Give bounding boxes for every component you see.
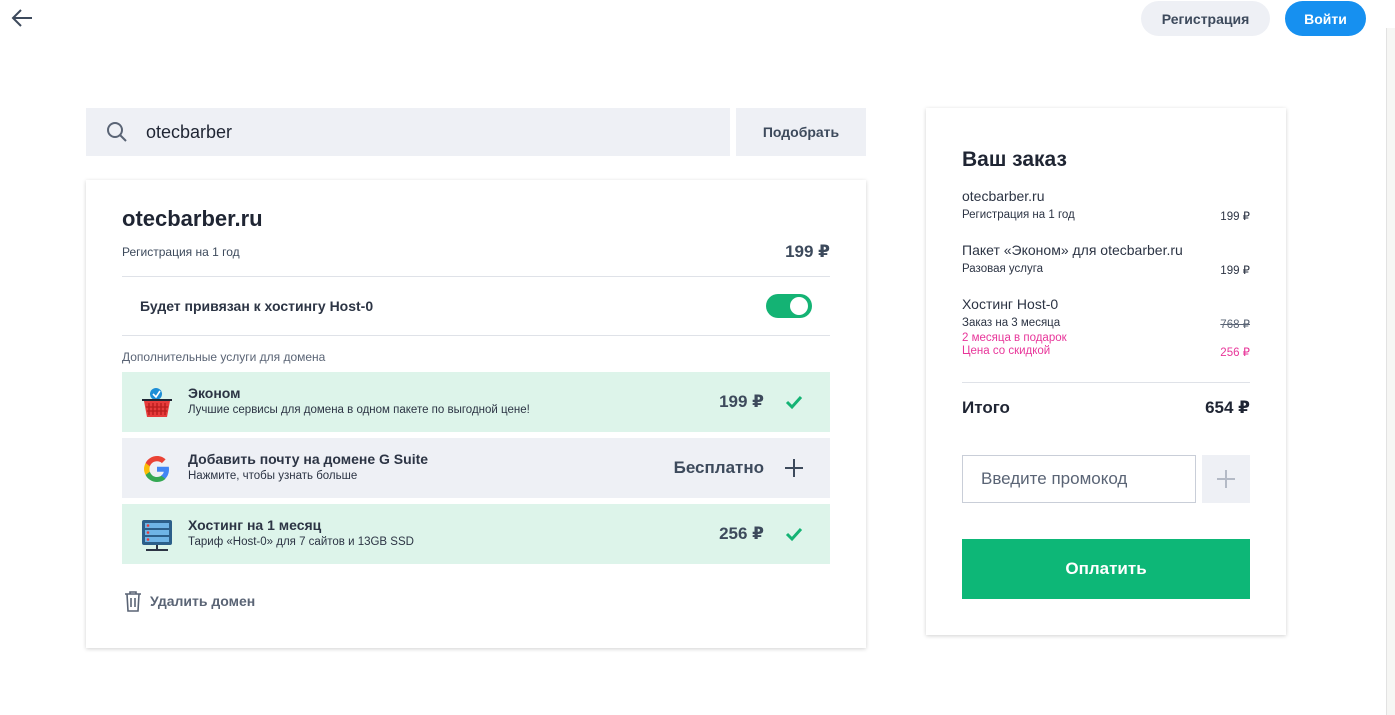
register-button[interactable]: Регистрация [1141, 1, 1270, 36]
delete-domain-label: Удалить домен [150, 593, 256, 609]
service-desc: Лучшие сервисы для домена в одном пакете… [188, 404, 530, 416]
service-econom[interactable]: Эконом Лучшие сервисы для домена в одном… [122, 372, 830, 432]
order-title: Ваш заказ [962, 148, 1067, 171]
plus-icon[interactable] [784, 458, 804, 478]
checkmark-icon[interactable] [784, 392, 804, 412]
extras-title: Дополнительные услуги для домена [122, 350, 326, 364]
hosting-bind-label: Будет привязан к хостингу Host-0 [140, 298, 374, 314]
service-desc: Тариф «Host-0» для 7 сайтов и 13GB SSD [188, 536, 414, 548]
registration-price: 199 ₽ [785, 242, 830, 261]
plus-icon [1217, 470, 1235, 488]
order-item-sub: Регистрация на 1 год [962, 209, 1075, 221]
service-price: 256 ₽ [719, 524, 764, 543]
order-item-title: Пакет «Эконом» для otecbarber.ru [962, 242, 1183, 258]
order-item-sub: Заказ на 3 месяца [962, 317, 1061, 329]
order-summary: Ваш заказ otecbarber.ru Регистрация на 1… [926, 108, 1286, 635]
search-icon [107, 122, 127, 142]
order-item-discount-price: 256 ₽ [1220, 347, 1250, 359]
toggle-knob [790, 297, 808, 315]
server-icon [142, 520, 172, 551]
service-price: Бесплатно [673, 458, 764, 477]
order-item-price: 199 ₽ [1220, 265, 1250, 277]
service-price: 199 ₽ [719, 392, 764, 411]
order-item-title: otecbarber.ru [962, 188, 1045, 204]
total-label: Итого [962, 398, 1010, 417]
order-total: Итого 654 ₽ [962, 398, 1250, 418]
service-name: Эконом [188, 385, 241, 401]
order-item: Пакет «Эконом» для otecbarber.ru Разовая… [962, 242, 1250, 277]
hosting-bind-toggle[interactable] [766, 294, 812, 318]
total-value: 654 ₽ [1205, 398, 1250, 417]
search-input[interactable] [146, 121, 686, 143]
trash-icon [125, 591, 141, 612]
pay-button[interactable]: Оплатить [962, 539, 1250, 599]
service-desc: Нажмите, чтобы узнать больше [188, 470, 358, 482]
domain-card: otecbarber.ru Регистрация на 1 год 199 ₽… [86, 180, 866, 648]
order-item-gift: 2 месяца в подарок [962, 332, 1067, 344]
order-item-discount-label: Цена со скидкой [962, 345, 1051, 357]
login-button[interactable]: Войти [1285, 1, 1366, 36]
order-item: Хостинг Host-0 Заказ на 3 месяца 768 ₽ 2… [962, 296, 1250, 359]
order-item-old-price: 768 ₽ [1220, 319, 1250, 331]
delete-domain-button[interactable]: Удалить домен [124, 590, 255, 612]
order-item-title: Хостинг Host-0 [962, 296, 1059, 312]
divider [962, 382, 1250, 383]
domain-search-bar [86, 108, 730, 156]
divider [122, 276, 830, 277]
checkmark-icon[interactable] [784, 524, 804, 544]
registration-label: Регистрация на 1 год [122, 245, 240, 259]
basket-icon [142, 388, 172, 417]
service-hosting[interactable]: Хостинг на 1 месяц Тариф «Host-0» для 7 … [122, 504, 830, 564]
promo-apply-button[interactable] [1202, 455, 1250, 503]
service-name: Добавить почту на домене G Suite [188, 451, 429, 467]
window-edge [1386, 28, 1395, 715]
domain-title: otecbarber.ru [122, 206, 263, 231]
divider [122, 335, 830, 336]
google-icon [144, 456, 169, 482]
service-gsuite[interactable]: Добавить почту на домене G Suite Нажмите… [122, 438, 830, 498]
order-item-sub: Разовая услуга [962, 263, 1044, 275]
pick-button[interactable]: Подобрать [736, 108, 866, 156]
order-item: otecbarber.ru Регистрация на 1 год 199 ₽ [962, 188, 1250, 223]
order-item-price: 199 ₽ [1220, 211, 1250, 223]
promo-code-input[interactable] [962, 455, 1196, 503]
service-name: Хостинг на 1 месяц [188, 517, 322, 533]
back-arrow-icon[interactable] [10, 6, 36, 30]
